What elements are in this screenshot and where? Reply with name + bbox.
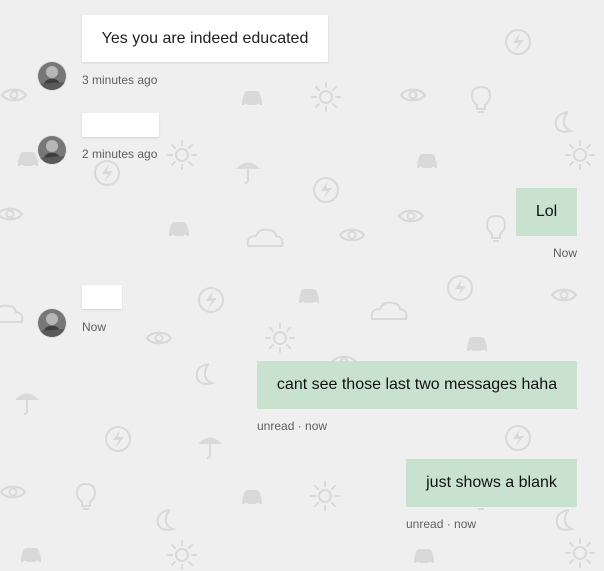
blank-message-bubble (82, 113, 159, 137)
incoming-message-bubble: Yes you are indeed educated (82, 15, 328, 62)
outgoing-message-bubble: Lol (516, 188, 577, 236)
message-status: unread · now (406, 517, 477, 531)
contact-avatar[interactable] (38, 136, 66, 164)
message-timestamp: 2 minutes ago (82, 147, 158, 161)
outgoing-message-bubble: just shows a blank (406, 459, 577, 507)
message-timestamp: Now (552, 246, 577, 260)
contact-avatar[interactable] (38, 309, 66, 337)
message-status: unread · now (257, 419, 328, 433)
message-timestamp: Now (82, 320, 107, 334)
blank-message-bubble (82, 285, 122, 309)
contact-avatar[interactable] (38, 62, 66, 90)
avatar-photo-icon (38, 309, 66, 337)
avatar-photo-icon (38, 62, 66, 90)
avatar-photo-icon (38, 136, 66, 164)
chat-thread: Yes you are indeed educated 3 minutes ag… (0, 0, 604, 571)
message-timestamp: 3 minutes ago (82, 73, 158, 87)
outgoing-message-bubble: cant see those last two messages haha (257, 361, 577, 409)
